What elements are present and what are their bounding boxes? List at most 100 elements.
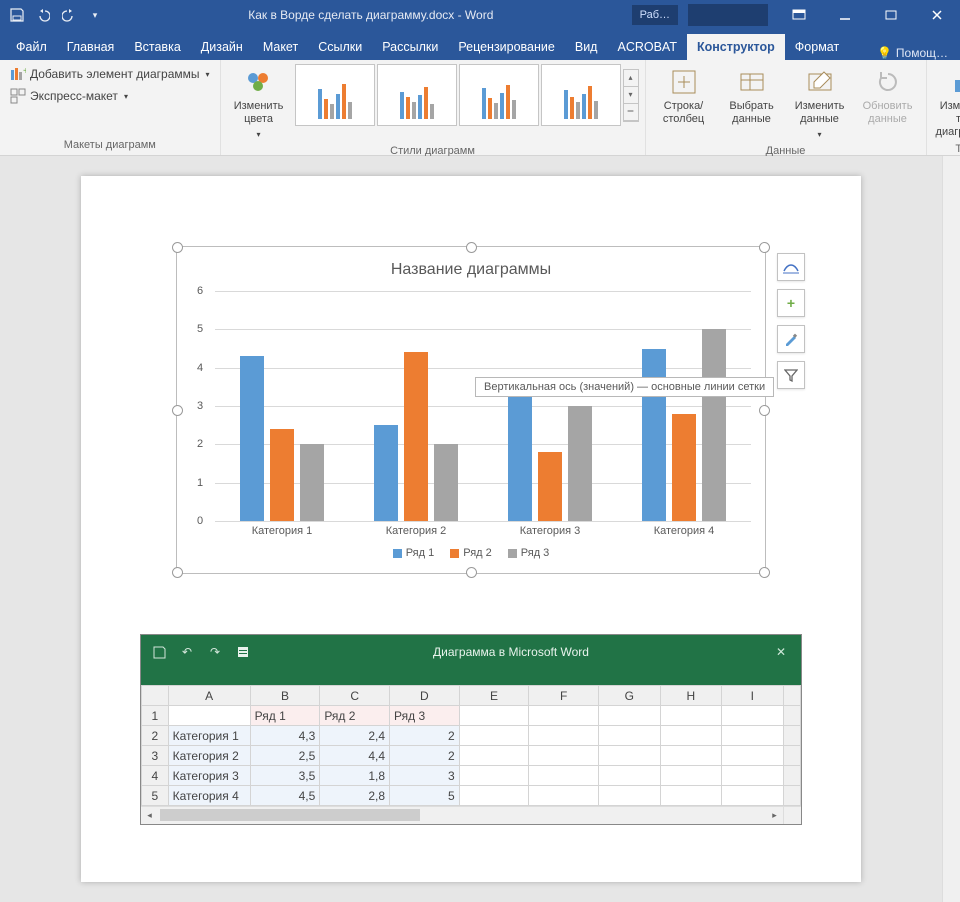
- gallery-scroll[interactable]: ▴▾＝: [623, 69, 639, 122]
- tab-references[interactable]: Ссылки: [308, 34, 372, 60]
- cell[interactable]: [168, 706, 250, 726]
- column-header[interactable]: I: [722, 686, 783, 706]
- legend-item[interactable]: Ряд 1: [393, 547, 435, 559]
- excel-undo-icon[interactable]: ↶: [179, 644, 195, 660]
- row-header[interactable]: 3: [142, 746, 169, 766]
- cell[interactable]: [660, 726, 721, 746]
- edit-data-button[interactable]: Изменить данные▾: [788, 64, 852, 143]
- cell[interactable]: [722, 786, 783, 806]
- excel-close-icon[interactable]: ✕: [771, 645, 791, 659]
- cell[interactable]: [722, 726, 783, 746]
- cell[interactable]: [722, 706, 783, 726]
- resize-handle[interactable]: [172, 567, 183, 578]
- bar-series-1[interactable]: [642, 349, 666, 522]
- change-colors-button[interactable]: Изменить цвета▾: [227, 64, 291, 143]
- switch-row-column-button[interactable]: Строка/столбец: [652, 64, 716, 128]
- legend-item[interactable]: Ряд 3: [508, 547, 550, 559]
- row-header[interactable]: 2: [142, 726, 169, 746]
- column-header[interactable]: B: [250, 686, 320, 706]
- cell[interactable]: [722, 746, 783, 766]
- cell[interactable]: 5: [390, 786, 460, 806]
- row-header[interactable]: 5: [142, 786, 169, 806]
- column-header[interactable]: H: [660, 686, 721, 706]
- cell[interactable]: Категория 4: [168, 786, 250, 806]
- cell[interactable]: [529, 706, 599, 726]
- cell[interactable]: Категория 1: [168, 726, 250, 746]
- excel-app-icon[interactable]: [235, 644, 251, 660]
- chart-plot-area[interactable]: Вертикальная ось (значений) — основные л…: [215, 291, 751, 521]
- cell[interactable]: [529, 726, 599, 746]
- tab-chart-design[interactable]: Конструктор: [687, 34, 785, 60]
- cell[interactable]: [529, 786, 599, 806]
- redo-icon[interactable]: [60, 6, 78, 24]
- bar-series-1[interactable]: [374, 425, 398, 521]
- row-header[interactable]: 1: [142, 706, 169, 726]
- qat-more-icon[interactable]: ▾: [86, 6, 104, 24]
- cell[interactable]: 2,4: [320, 726, 390, 746]
- column-header[interactable]: C: [320, 686, 390, 706]
- refresh-data-button[interactable]: Обновить данные: [856, 64, 920, 128]
- bar-series-1[interactable]: [508, 387, 532, 521]
- cell[interactable]: [459, 766, 529, 786]
- cell[interactable]: [459, 786, 529, 806]
- excel-save-icon[interactable]: [151, 644, 167, 660]
- close-icon[interactable]: [914, 0, 960, 30]
- cell[interactable]: 3,5: [250, 766, 320, 786]
- tab-view[interactable]: Вид: [565, 34, 608, 60]
- maximize-icon[interactable]: [868, 0, 914, 30]
- cell[interactable]: 2: [390, 726, 460, 746]
- excel-redo-icon[interactable]: ↷: [207, 644, 223, 660]
- undo-icon[interactable]: [34, 6, 52, 24]
- save-icon[interactable]: [8, 6, 26, 24]
- cell[interactable]: Категория 2: [168, 746, 250, 766]
- ribbon-display-icon[interactable]: [776, 0, 822, 30]
- tab-layout[interactable]: Макет: [253, 34, 308, 60]
- cell[interactable]: 4,4: [320, 746, 390, 766]
- row-header[interactable]: 4: [142, 766, 169, 786]
- cell[interactable]: 4,5: [250, 786, 320, 806]
- cell[interactable]: [459, 706, 529, 726]
- resize-handle[interactable]: [466, 242, 477, 253]
- vertical-scrollbar[interactable]: [942, 156, 960, 902]
- bar-series-3[interactable]: [702, 329, 726, 521]
- cell[interactable]: [599, 726, 660, 746]
- chart-object[interactable]: + Название диаграммы Вертикальная ось (з…: [176, 246, 766, 574]
- cell[interactable]: [660, 706, 721, 726]
- cell[interactable]: Категория 3: [168, 766, 250, 786]
- cell[interactable]: 4,3: [250, 726, 320, 746]
- cell[interactable]: [459, 746, 529, 766]
- bar-series-2[interactable]: [538, 452, 562, 521]
- chart-legend[interactable]: Ряд 1Ряд 2Ряд 3: [191, 547, 751, 559]
- bar-series-1[interactable]: [240, 356, 264, 521]
- excel-hscrollbar[interactable]: ◂▸: [141, 806, 801, 824]
- tab-file[interactable]: Файл: [6, 34, 57, 60]
- change-chart-type-button[interactable]: Изменить тип диаграммы: [933, 64, 960, 141]
- resize-handle[interactable]: [172, 242, 183, 253]
- tab-insert[interactable]: Вставка: [124, 34, 190, 60]
- cell[interactable]: [529, 766, 599, 786]
- chart-filters-icon[interactable]: [777, 361, 805, 389]
- cell[interactable]: [599, 746, 660, 766]
- excel-grid[interactable]: ABCDEFGHI1Ряд 1Ряд 2Ряд 32Категория 14,3…: [141, 685, 801, 806]
- column-header[interactable]: G: [599, 686, 660, 706]
- cell[interactable]: 2,5: [250, 746, 320, 766]
- chart-styles-gallery[interactable]: ▴▾＝: [295, 64, 639, 126]
- tab-home[interactable]: Главная: [57, 34, 125, 60]
- cell[interactable]: 1,8: [320, 766, 390, 786]
- bar-series-2[interactable]: [270, 429, 294, 521]
- cell[interactable]: [599, 766, 660, 786]
- column-header[interactable]: D: [390, 686, 460, 706]
- cell[interactable]: [660, 766, 721, 786]
- bar-series-3[interactable]: [568, 406, 592, 521]
- tell-me[interactable]: 💡 Помощ…: [865, 46, 960, 60]
- bar-series-3[interactable]: [300, 444, 324, 521]
- bar-series-3[interactable]: [434, 444, 458, 521]
- cell[interactable]: 2: [390, 746, 460, 766]
- tab-mailings[interactable]: Рассылки: [372, 34, 448, 60]
- column-header[interactable]: F: [529, 686, 599, 706]
- cell[interactable]: Ряд 2: [320, 706, 390, 726]
- cell[interactable]: [660, 786, 721, 806]
- cell[interactable]: [722, 766, 783, 786]
- select-data-button[interactable]: Выбрать данные: [720, 64, 784, 128]
- tab-review[interactable]: Рецензирование: [448, 34, 565, 60]
